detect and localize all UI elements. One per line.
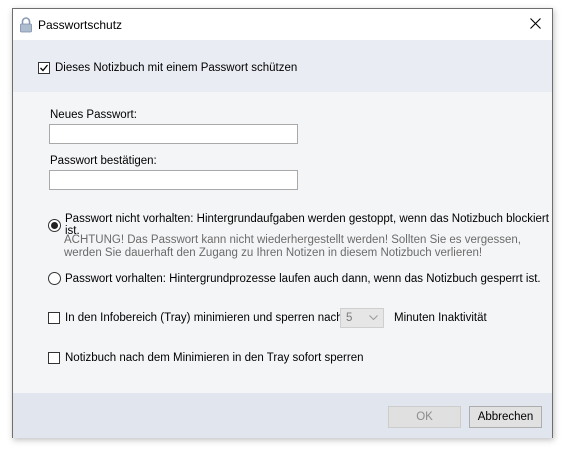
warning-line-2: werden Sie dauerhaft den Zugang zu Ihren…: [64, 247, 483, 259]
minutes-select[interactable]: 5: [340, 308, 384, 328]
protect-checkbox-row[interactable]: Dieses Notizbuch mit einem Passwort schü…: [38, 62, 297, 74]
password-protection-dialog: Passwortschutz Dieses Notizbuch mit eine…: [12, 8, 553, 438]
new-password-label: Neues Passwort:: [50, 109, 137, 121]
button-bar: OK Abbrechen: [13, 393, 552, 438]
radio-keep[interactable]: [48, 272, 61, 285]
radio-keep-label: Passwort vorhalten: Hintergrundprozesse …: [65, 272, 541, 285]
tray-checkbox[interactable]: [48, 312, 60, 324]
radio-no-keep[interactable]: [48, 218, 61, 232]
warning-line-1: ACHTUNG! Das Passwort kann nicht wiederh…: [64, 234, 522, 246]
tray-checkbox-label: In den Infobereich (Tray) minimieren und…: [65, 312, 343, 324]
new-password-input[interactable]: [49, 124, 298, 144]
close-button[interactable]: [518, 9, 552, 40]
checkmark-icon: [40, 64, 49, 72]
lock-checkbox-label: Notizbuch nach dem Minimieren in den Tra…: [65, 352, 364, 364]
window-title: Passwortschutz: [38, 18, 123, 32]
minutes-suffix-label: Minuten Inaktivität: [394, 312, 487, 324]
options-area: Neues Passwort: Passwort bestätigen: Pas…: [13, 92, 552, 393]
warning-text: ACHTUNG! Das Passwort kann nicht wiederh…: [64, 234, 521, 260]
lock-icon: [19, 17, 33, 33]
title-bar: Passwortschutz: [13, 9, 552, 40]
chevron-down-icon: [369, 312, 378, 324]
lock-checkbox-row[interactable]: Notizbuch nach dem Minimieren in den Tra…: [48, 352, 364, 364]
lock-checkbox[interactable]: [48, 352, 60, 364]
close-icon: [529, 17, 541, 32]
protect-checkbox-label: Dieses Notizbuch mit einem Passwort schü…: [55, 62, 298, 74]
radio-keep-row[interactable]: Passwort vorhalten: Hintergrundprozesse …: [48, 272, 541, 285]
confirm-password-label: Passwort bestätigen:: [50, 155, 157, 167]
minutes-value: 5: [346, 312, 353, 324]
protect-checkbox[interactable]: [38, 62, 50, 74]
confirm-password-input[interactable]: [49, 170, 298, 190]
tray-checkbox-row[interactable]: In den Infobereich (Tray) minimieren und…: [48, 312, 343, 324]
header-band: Dieses Notizbuch mit einem Passwort schü…: [13, 40, 552, 92]
ok-button[interactable]: OK: [388, 406, 461, 428]
cancel-button[interactable]: Abbrechen: [469, 406, 542, 428]
